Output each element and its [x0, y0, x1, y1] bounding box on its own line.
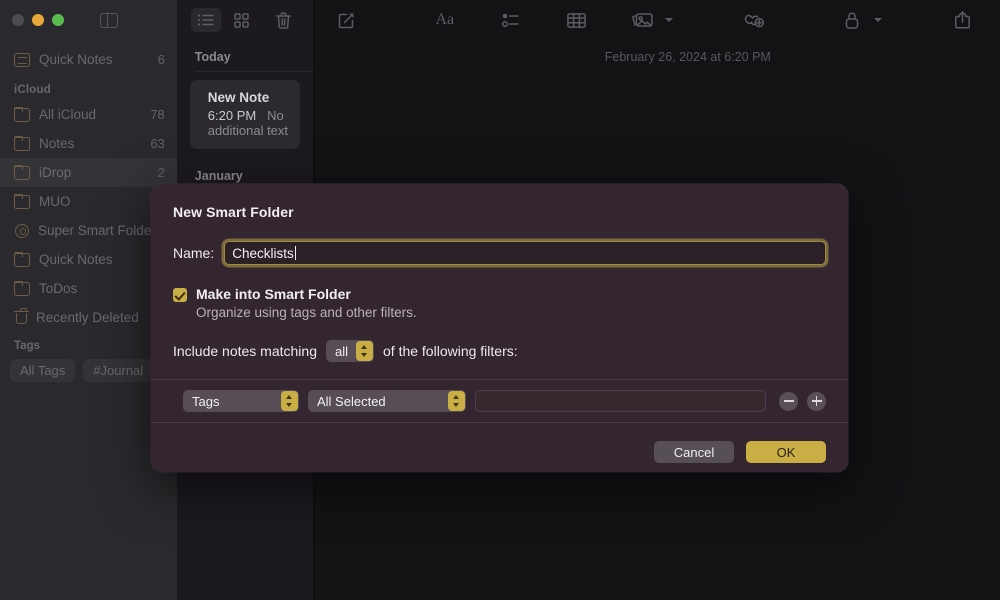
chevron-updown-icon [281, 391, 298, 411]
match-type-value: all [334, 343, 348, 359]
remove-filter-button[interactable] [779, 391, 798, 411]
filter-row: Tags All Selected [173, 380, 826, 412]
chevron-updown-icon [356, 341, 373, 361]
match-row: Include notes matching all of the follow… [173, 340, 826, 362]
chevron-updown-icon [448, 391, 465, 411]
smart-folder-checkbox-sublabel: Organize using tags and other filters. [196, 305, 417, 320]
cancel-button[interactable]: Cancel [654, 441, 734, 463]
smart-folder-checkbox[interactable] [173, 288, 187, 302]
name-input-value: Checklists [232, 245, 294, 261]
smart-folder-checkbox-row[interactable]: Make into Smart Folder Organize using ta… [173, 286, 826, 320]
name-row: Name: Checklists [173, 241, 826, 265]
notes-app-window: Quick Notes 6 iCloud All iCloud 78 Notes… [0, 0, 1000, 600]
filter-value-input[interactable] [475, 390, 766, 412]
match-suffix-label: of the following filters: [383, 343, 518, 359]
name-label: Name: [173, 245, 215, 261]
ok-button[interactable]: OK [746, 441, 826, 463]
dialog-button-row: Cancel OK [173, 441, 826, 463]
name-input-wrapper: Checklists [224, 241, 826, 265]
add-filter-button[interactable] [807, 391, 826, 411]
filter-attribute-dropdown[interactable]: Tags [183, 390, 299, 412]
filter-attribute-value: Tags [192, 393, 220, 409]
text-cursor [294, 246, 297, 260]
checkbox-text-group: Make into Smart Folder Organize using ta… [196, 286, 417, 320]
match-prefix-label: Include notes matching [173, 343, 317, 359]
dialog-title: New Smart Folder [173, 204, 294, 220]
modal-backdrop: New Smart Folder Name: Checklists Make i… [0, 0, 1000, 600]
name-input[interactable]: Checklists [224, 241, 826, 265]
new-smart-folder-dialog: New Smart Folder Name: Checklists Make i… [151, 184, 848, 472]
filter-operator-dropdown[interactable]: All Selected [308, 390, 466, 412]
divider [151, 422, 848, 423]
smart-folder-checkbox-label: Make into Smart Folder [196, 286, 351, 302]
filter-operator-value: All Selected [317, 393, 386, 409]
match-type-dropdown[interactable]: all [325, 340, 374, 362]
